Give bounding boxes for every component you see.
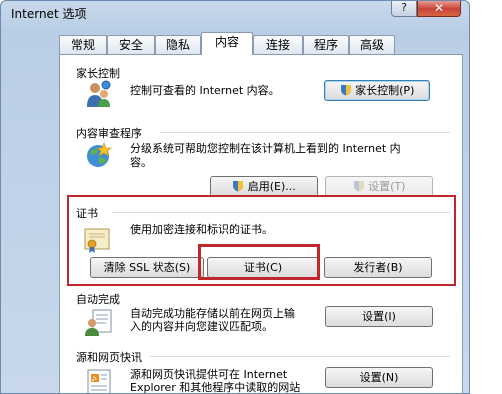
certificate-icon xyxy=(84,228,110,253)
autocomplete-description-line1: 自动完成功能存储以前在网页上输 xyxy=(130,307,295,320)
window-title: Internet 选项 xyxy=(11,7,87,21)
content-advisor-settings-button[interactable]: 设置(T) xyxy=(325,176,433,197)
parental-controls-button[interactable]: 家长控制(P) xyxy=(324,80,430,101)
publishers-button[interactable]: 发行者(B) xyxy=(324,257,432,278)
content-advisor-divider xyxy=(160,132,450,133)
certificates-button[interactable]: 证书(C) xyxy=(207,257,319,278)
help-button[interactable]: ? xyxy=(391,1,417,17)
close-button[interactable]: ✕ xyxy=(417,1,461,17)
certificates-divider xyxy=(112,212,450,213)
tab-general[interactable]: 常规 xyxy=(59,35,107,54)
feeds-divider xyxy=(150,356,450,357)
autocomplete-icon xyxy=(85,309,112,336)
certificates-description: 使用加密连接和标识的证书。 xyxy=(130,223,273,236)
autocomplete-description-line2: 入的内容并向您建议匹配项。 xyxy=(130,320,273,333)
feeds-heading: 源和网页快讯 xyxy=(76,351,142,364)
autocomplete-settings-button[interactable]: 设置(I) xyxy=(325,306,433,327)
advisor-settings-button-label: 设置(T) xyxy=(368,180,406,193)
tab-security[interactable]: 安全 xyxy=(107,35,155,54)
tab-connections[interactable]: 连接 xyxy=(253,35,303,54)
title-bar[interactable]: Internet 选项 ? ✕ xyxy=(1,1,469,27)
shield-icon xyxy=(233,181,244,192)
page-margin xyxy=(470,0,502,394)
enable-button-label: 启用(E)... xyxy=(247,180,296,193)
parental-control-icon xyxy=(87,80,111,107)
tab-advanced[interactable]: 高级 xyxy=(349,35,395,54)
autocomplete-heading: 自动完成 xyxy=(76,293,120,306)
tab-privacy[interactable]: 隐私 xyxy=(155,35,201,54)
content-tab-panel: 家长控制 控制可查看的 Internet 内容。 家长控制(P) 内容审查程序 … xyxy=(59,54,463,394)
tab-content[interactable]: 内容 xyxy=(201,32,253,55)
internet-options-dialog: Internet 选项 ? ✕ 常规 安全 隐私 内容 连接 程序 高级 家长控… xyxy=(0,0,470,394)
content-advisor-description-line2: 容。 xyxy=(130,156,152,169)
feeds-settings-button[interactable]: 设置(N) xyxy=(325,367,433,388)
content-advisor-enable-button[interactable]: 启用(E)... xyxy=(210,176,318,197)
shield-icon xyxy=(353,181,364,192)
feeds-description-line1: 源和网页快讯提供可在 Internet xyxy=(130,368,288,381)
content-advisor-description-line1: 分级系统可帮助您控制在该计算机上看到的 Internet 内 xyxy=(130,142,401,155)
parental-controls-description: 控制可查看的 Internet 内容。 xyxy=(130,84,280,97)
feeds-description-line2: Explorer 和其他程序中读取的网站 xyxy=(130,381,301,394)
certificates-heading: 证书 xyxy=(76,207,98,220)
content-advisor-heading: 内容审查程序 xyxy=(76,127,142,140)
parental-controls-button-label: 家长控制(P) xyxy=(355,84,415,97)
clear-ssl-state-button[interactable]: 清除 SSL 状态(S) xyxy=(90,257,204,278)
feeds-icon xyxy=(87,369,111,393)
content-advisor-icon xyxy=(87,142,112,167)
tab-programs[interactable]: 程序 xyxy=(303,35,349,54)
shield-icon xyxy=(340,85,351,96)
